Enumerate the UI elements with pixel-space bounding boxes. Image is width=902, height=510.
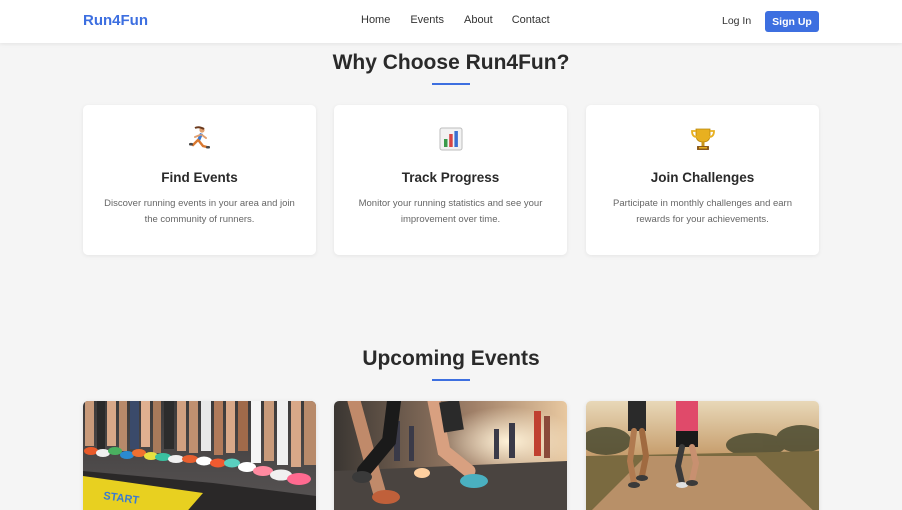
feature-description: Participate in monthly challenges and ea… [612, 198, 793, 225]
event-card-city-race[interactable] [334, 401, 567, 510]
city-road-race-image [334, 401, 567, 510]
trophy-icon [586, 125, 819, 153]
marathon-start-line-image: START [83, 401, 316, 510]
navbar: Run4Fun Home Events About Contact Log In… [0, 0, 902, 43]
event-card-trail-run[interactable] [586, 401, 819, 510]
login-link[interactable]: Log In [722, 15, 751, 27]
nav-link-contact[interactable]: Contact [512, 14, 550, 26]
feature-title: Track Progress [401, 170, 500, 185]
feature-description: Discover running events in your area and… [104, 198, 295, 225]
feature-title: Find Events [161, 170, 238, 185]
site-logo[interactable]: Run4Fun [83, 12, 148, 29]
event-card-marathon[interactable]: START [83, 401, 316, 510]
trail-run-image [586, 401, 819, 510]
feature-card-track-progress: Track Progress Monitor your running stat… [334, 105, 567, 255]
events-title-underline [432, 379, 470, 381]
feature-title: Join Challenges [650, 170, 755, 185]
features-section-title: Why Choose Run4Fun? [332, 51, 570, 74]
nav-link-about[interactable]: About [464, 14, 493, 26]
nav-link-home[interactable]: Home [361, 14, 390, 26]
signup-button[interactable]: Sign Up [765, 11, 819, 32]
nav-link-events[interactable]: Events [410, 14, 444, 26]
feature-card-find-events: Find Events Discover running events in y… [83, 105, 316, 255]
features-title-underline [432, 83, 470, 85]
feature-description: Monitor your running statistics and see … [358, 198, 543, 225]
feature-card-join-challenges: Join Challenges Participate in monthly c… [586, 105, 819, 255]
runner-icon [83, 125, 316, 153]
bar-chart-icon [334, 125, 567, 153]
nav-links: Home Events About Contact [361, 14, 570, 26]
events-section-title: Upcoming Events [362, 347, 540, 370]
